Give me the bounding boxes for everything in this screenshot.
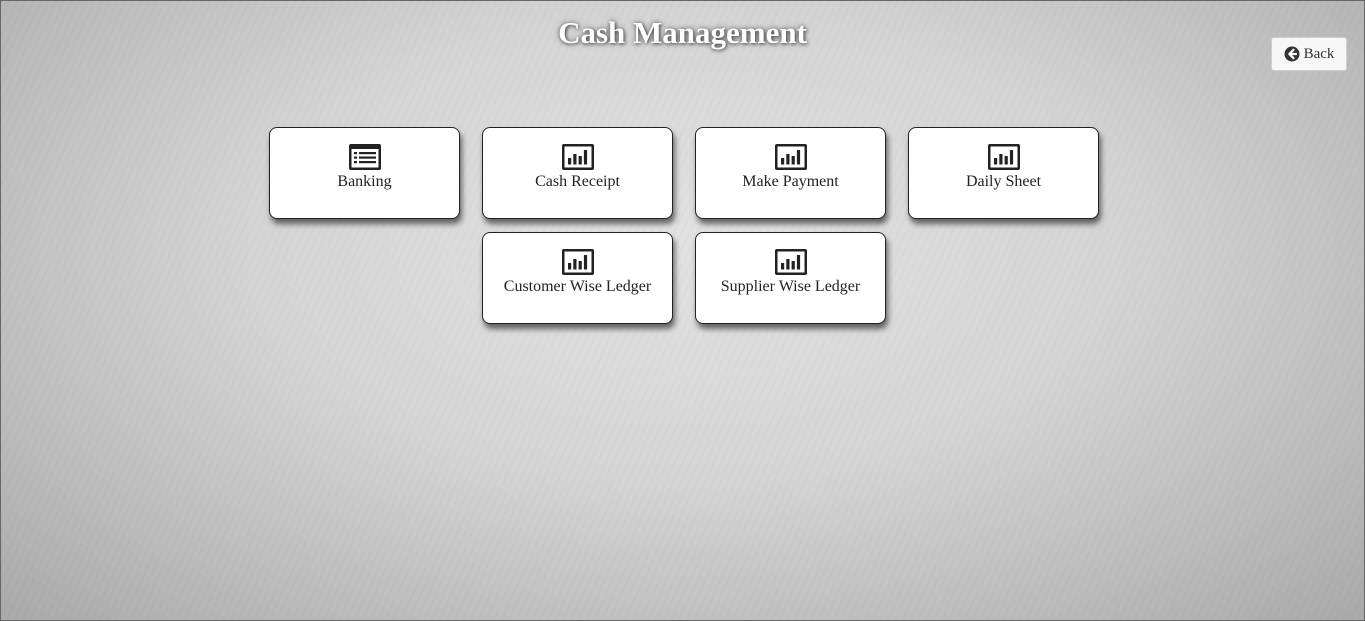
tile-daily-sheet[interactable]: Daily Sheet: [908, 127, 1099, 219]
tile-make-payment[interactable]: Make Payment: [695, 127, 886, 219]
back-button-label: Back: [1303, 45, 1335, 62]
bar-chart-icon: [774, 248, 808, 276]
page-title: Cash Management: [558, 15, 807, 50]
tile-supplier-wise-ledger[interactable]: Supplier Wise Ledger: [695, 232, 886, 324]
tile-label: Cash Receipt: [535, 173, 620, 190]
tile-label: Banking: [337, 173, 392, 190]
tile-banking[interactable]: Banking: [269, 127, 460, 219]
tile-label: Daily Sheet: [965, 173, 1042, 190]
bar-chart-icon: [774, 143, 808, 171]
background-texture: [1, 1, 1364, 620]
tile-customer-wise-ledger[interactable]: Customer Wise Ledger: [482, 232, 673, 324]
arrow-circle-left-icon: [1284, 46, 1300, 62]
tile-label: Make Payment: [742, 173, 839, 190]
bar-chart-icon: [987, 143, 1021, 171]
list-card-icon: [348, 143, 382, 171]
bar-chart-icon: [561, 248, 595, 276]
bar-chart-icon: [561, 143, 595, 171]
tile-label: Customer Wise Ledger: [503, 278, 652, 295]
tile-cash-receipt[interactable]: Cash Receipt: [482, 127, 673, 219]
tile-label: Supplier Wise Ledger: [720, 278, 861, 295]
back-button[interactable]: Back: [1271, 37, 1347, 71]
